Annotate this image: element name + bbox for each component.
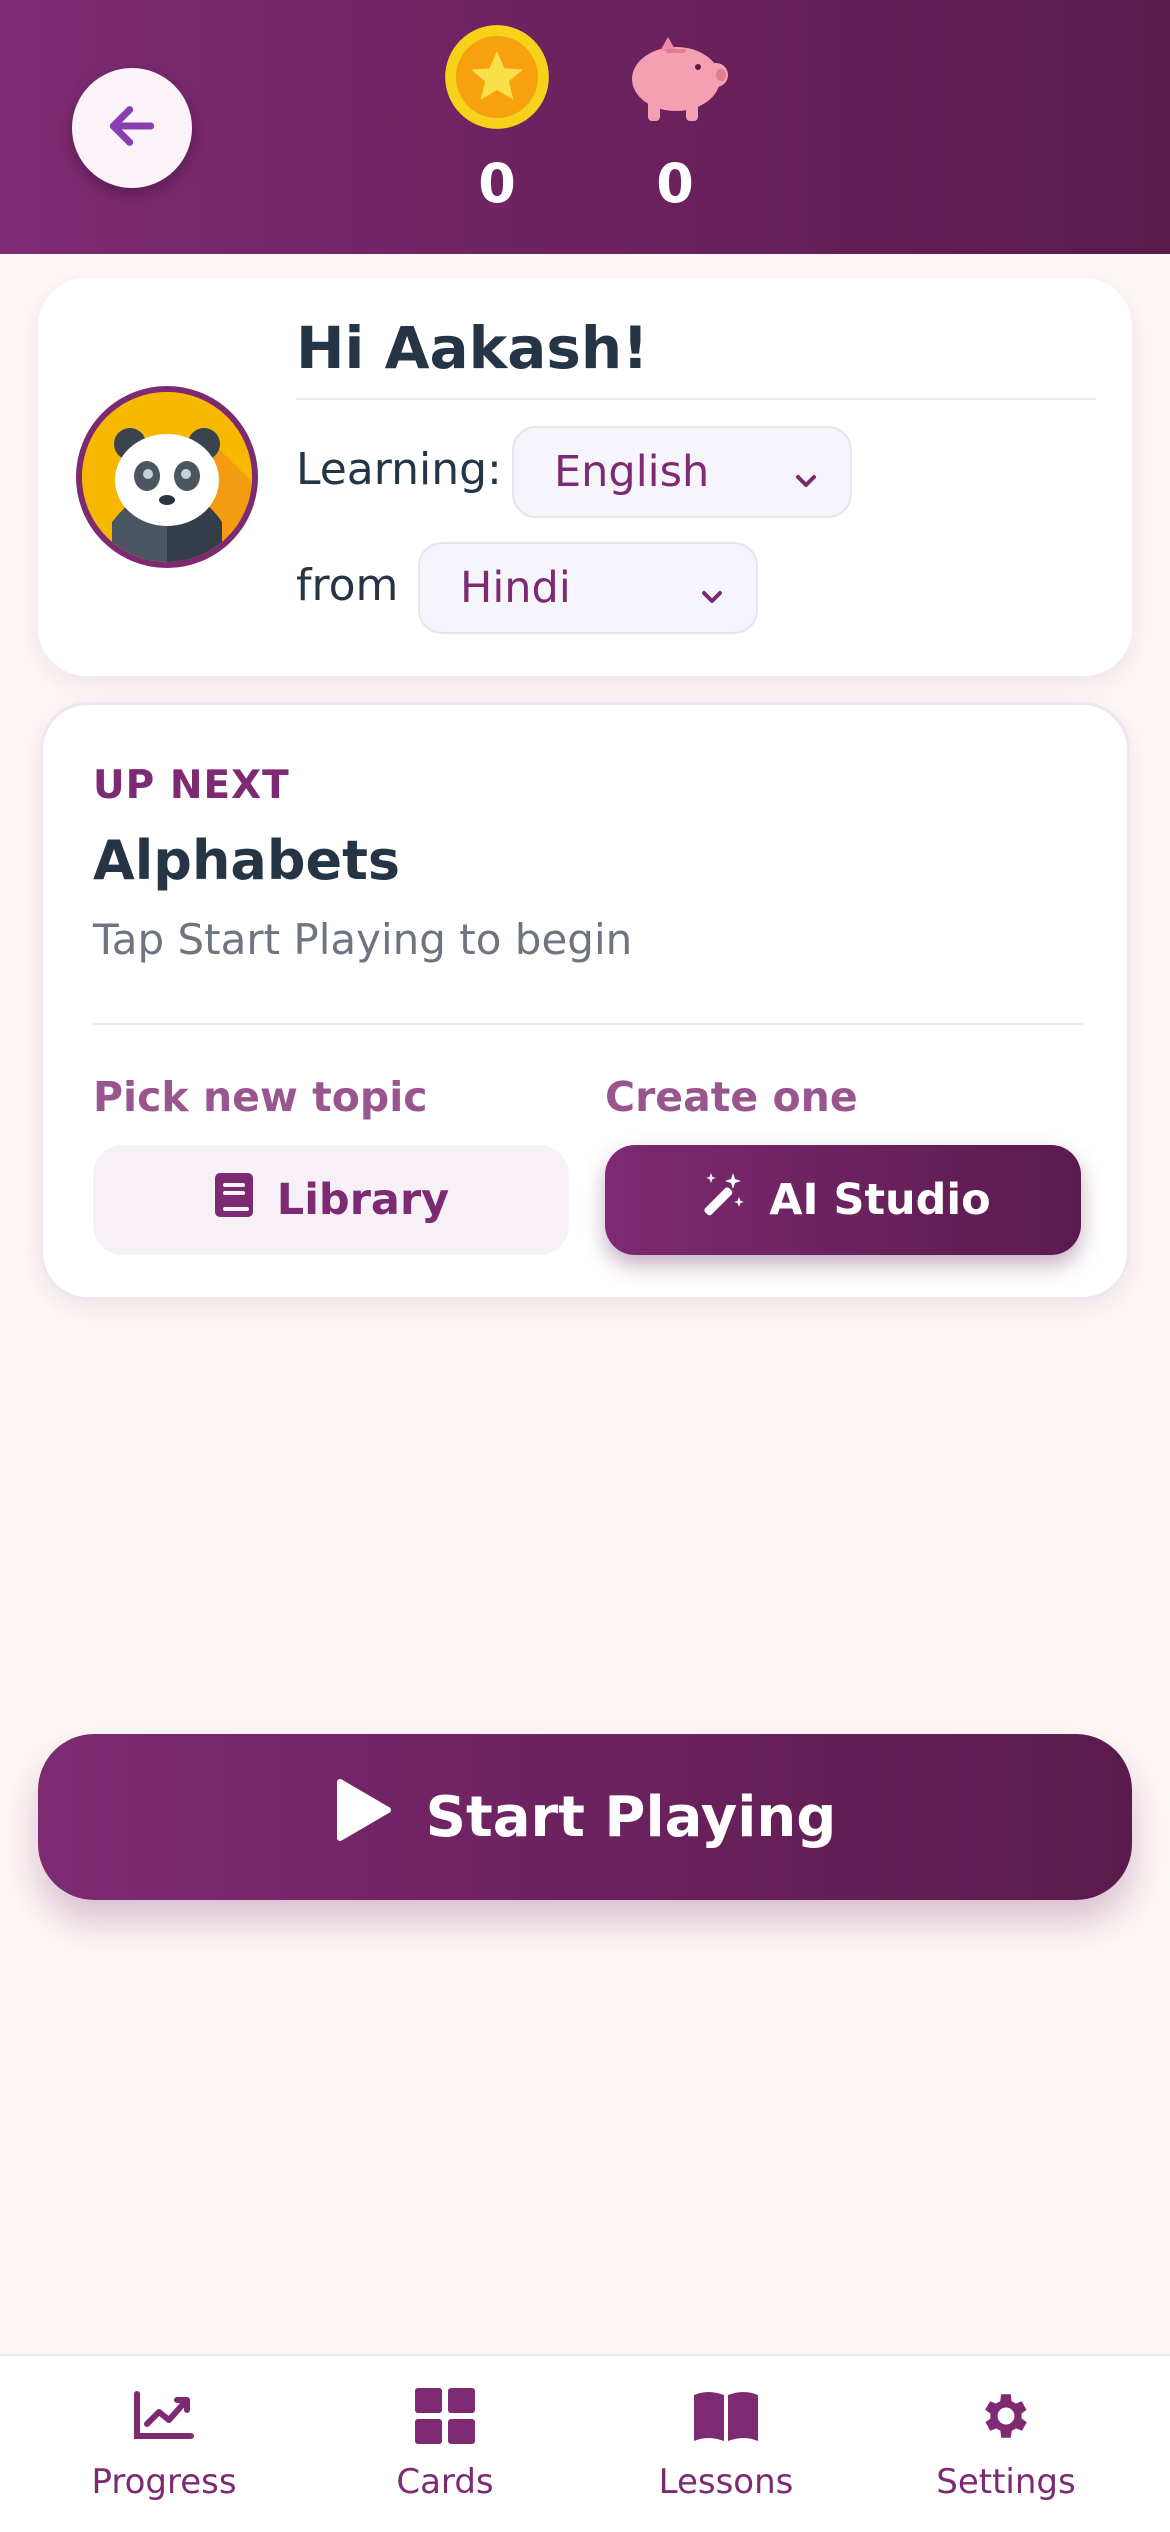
nav-label: Cards	[396, 2462, 494, 2502]
coins-counter: 0	[437, 24, 557, 214]
nav-label: Progress	[91, 2462, 237, 2502]
native-language-select[interactable]: Hindi	[418, 542, 758, 634]
gear-icon	[977, 2387, 1035, 2449]
native-language-value: Hindi	[460, 563, 571, 613]
start-playing-label: Start Playing	[425, 1784, 837, 1850]
chart-line-icon	[133, 2390, 195, 2446]
play-icon	[334, 1778, 392, 1856]
savings-value: 0	[656, 152, 694, 215]
start-playing-button[interactable]: Start Playing	[38, 1734, 1132, 1900]
grid-icon	[415, 2388, 475, 2448]
arrow-left-icon	[104, 98, 160, 158]
nav-cards[interactable]: Cards	[335, 2386, 555, 2502]
up-next-card: UP NEXT Alphabets Tap Start Playing to b…	[40, 702, 1130, 1300]
learning-label: Learning:	[296, 444, 502, 495]
nav-settings[interactable]: Settings	[896, 2386, 1116, 2502]
up-next-tag: UP NEXT	[93, 763, 290, 808]
star-coin-icon	[443, 23, 551, 135]
chevron-down-icon	[790, 458, 822, 508]
piggy-bank-icon	[620, 29, 730, 129]
learning-language-value: English	[554, 447, 710, 497]
up-next-title: Alphabets	[93, 829, 401, 892]
savings-counter: 0	[615, 24, 735, 214]
divider	[296, 398, 1096, 400]
nav-progress[interactable]: Progress	[54, 2386, 274, 2502]
profile-card: Hi Aakash! Learning: English from Hindi	[38, 278, 1132, 676]
up-next-subtitle: Tap Start Playing to begin	[93, 915, 633, 964]
nav-label: Settings	[936, 2462, 1076, 2502]
library-button[interactable]: Library	[93, 1145, 569, 1255]
magic-wand-icon	[695, 1169, 747, 1232]
library-button-label: Library	[276, 1175, 450, 1225]
coins-value: 0	[478, 152, 516, 215]
greeting: Hi Aakash!	[296, 314, 649, 382]
chevron-down-icon	[696, 574, 728, 624]
learning-language-select[interactable]: English	[512, 426, 852, 518]
panda-avatar[interactable]	[76, 386, 258, 568]
book-open-icon	[692, 2389, 760, 2447]
nav-lessons[interactable]: Lessons	[616, 2386, 836, 2502]
book-icon	[213, 1171, 255, 1230]
pick-topic-label: Pick new topic	[93, 1073, 428, 1121]
top-bar: 0 0	[0, 0, 1170, 254]
nav-label: Lessons	[658, 2462, 794, 2502]
from-label: from	[296, 560, 399, 611]
bottom-navigation: Progress Cards Lessons Settings	[0, 2354, 1170, 2532]
ai-studio-button-label: AI Studio	[769, 1175, 991, 1225]
create-one-label: Create one	[605, 1073, 858, 1121]
back-button[interactable]	[72, 68, 192, 188]
ai-studio-button[interactable]: AI Studio	[605, 1145, 1081, 1255]
divider	[93, 1023, 1083, 1025]
